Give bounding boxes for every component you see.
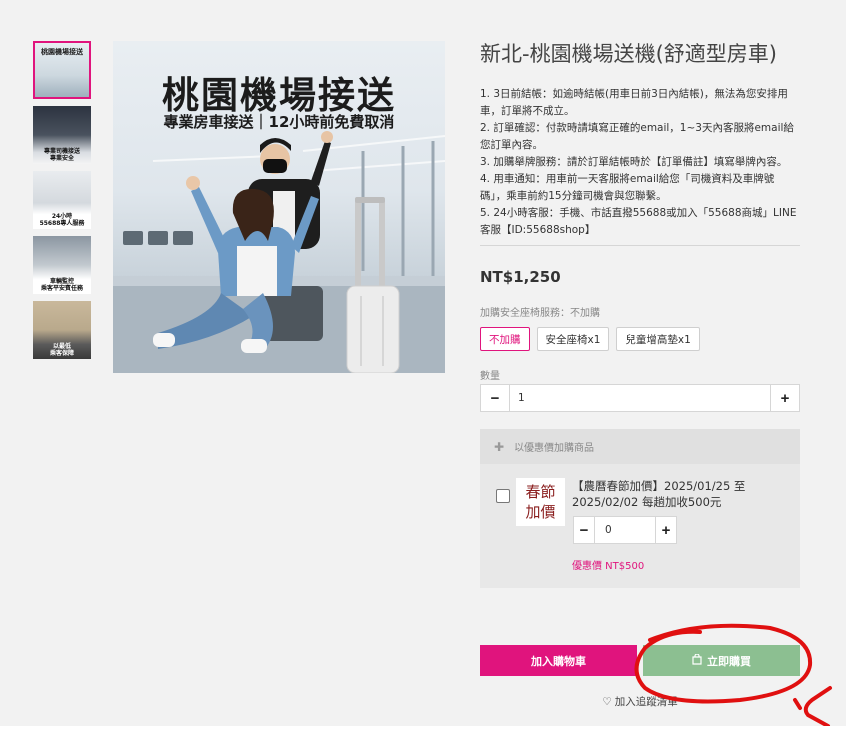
thumbnail-2[interactable]: 專業司機接送 專業安全 [33,106,91,164]
thumbnail-caption: 專業司機接送 專業安全 [43,148,80,162]
add-to-cart-label: 加入購物車 [531,654,586,668]
quantity-increase-button[interactable]: + [770,385,799,411]
thumbnail-4[interactable]: 車輛監控 乘客平安賓任務 [33,236,91,294]
product-title: 新北-桃園機場送機(舒適型房車) [480,42,777,66]
plus-icon: + [661,521,671,539]
thumbnail-caption: 24小時 55688專人服務 [39,213,85,227]
minus-icon: − [490,389,500,407]
plus-icon: + [780,389,790,407]
thumbnail-caption: 桃園機場接送 [41,48,83,56]
seat-option-label: 加購安全座椅服務：不加購 [480,308,600,319]
buy-now-button[interactable]: 立即購買 [643,645,800,676]
note-1: 1. 3日前結帳：如逾時結帳(用車日前3日內結帳)，無法為您安排用車，訂單將不成… [480,88,788,117]
quantity-decrease-button[interactable]: − [481,385,510,411]
product-price: NT$1,250 [480,268,561,286]
option-no-addon[interactable]: 不加購 [480,327,530,351]
main-product-image: 桃園機場接送 專業房車接送｜12小時前免費取消 [113,41,445,373]
thumbnail-3[interactable]: 24小時 55688專人服務 [33,171,91,229]
thumbnail-caption: 車輛監控 乘客平安賓任務 [40,278,83,292]
addon-quantity-input[interactable] [595,517,655,543]
thumbnail-list: 桃園機場接送 專業司機接送 專業安全 24小時 55688專人服務 車輛監控 乘… [33,41,91,366]
action-buttons: 加入購物車 立即購買 [480,645,800,676]
wishlist-label: 加入追蹤清單 [614,696,678,708]
plus-icon: ✚ [494,439,505,454]
product-page: 桃園機場接送 專業司機接送 專業安全 24小時 55688專人服務 車輛監控 乘… [0,0,846,728]
addon-image: 春節 加價 [516,478,565,526]
note-3: 3. 加購舉牌服務：請於訂單結帳時於【訂單備註】填寫舉牌內容。 [480,156,788,168]
addon-item: 春節 加價 【農曆春節加價】2025/01/25 至 2025/02/02 每趟… [480,464,800,588]
addon-title: 【農曆春節加價】2025/01/25 至 2025/02/02 每趟加收500元 [572,479,746,509]
addon-quantity-stepper: − + [573,516,677,544]
addon-image-text-2: 加價 [525,503,556,521]
wishlist-link[interactable]: ♡ 加入追蹤清單 [480,694,800,709]
seat-option-group: 不加購 安全座椅x1 兒童增高墊x1 [480,327,800,351]
divider [480,245,800,246]
addon-quantity-increase-button[interactable]: + [655,517,676,543]
shopping-bag-icon [692,652,702,668]
addon-price: 優惠價 NT$500 [572,561,645,572]
addon-quantity-decrease-button[interactable]: − [574,517,595,543]
note-5: 5. 24小時客服：手機、市話直撥55688或加入「55688商城」LINE客服… [480,207,797,236]
thumbnail-caption: 以最低 乘客保障 [49,343,74,357]
product-details: 新北-桃園機場送機(舒適型房車) 1. 3日前結帳：如逾時結帳(用車日前3日內結… [480,40,800,588]
heart-icon: ♡ [602,696,612,708]
product-notes: 1. 3日前結帳：如逾時結帳(用車日前3日內結帳)，無法為您安排用車，訂單將不成… [480,86,800,239]
quantity-label: 數量 [480,371,500,382]
quantity-input[interactable] [510,385,770,411]
quantity-stepper: − + [480,384,800,412]
bottom-strip [0,726,846,730]
thumbnail-1[interactable]: 桃園機場接送 [33,41,91,99]
addon-header-label: 以優惠價加購商品 [514,443,595,454]
minus-icon: − [579,521,589,539]
buy-now-label: 立即購買 [707,654,751,668]
main-image-subtitle: 專業房車接送｜12小時前免費取消 [163,113,395,131]
addon-image-text-1: 春節 [525,483,556,501]
thumbnail-5[interactable]: 以最低 乘客保障 [33,301,91,359]
option-booster-seat[interactable]: 兒童增高墊x1 [616,327,700,351]
option-safety-seat[interactable]: 安全座椅x1 [536,327,610,351]
note-4: 4. 用車通知：用車前一天客服將email給您「司機資料及車牌號碼」，乘車前約1… [480,173,775,202]
addon-checkbox[interactable] [496,489,510,503]
note-2: 2. 訂單確認：付款時請填寫正確的email，1~3天內客服將email給您訂單… [480,122,794,151]
addon-header[interactable]: ✚ 以優惠價加購商品 [480,429,800,464]
add-to-cart-button[interactable]: 加入購物車 [480,645,637,676]
